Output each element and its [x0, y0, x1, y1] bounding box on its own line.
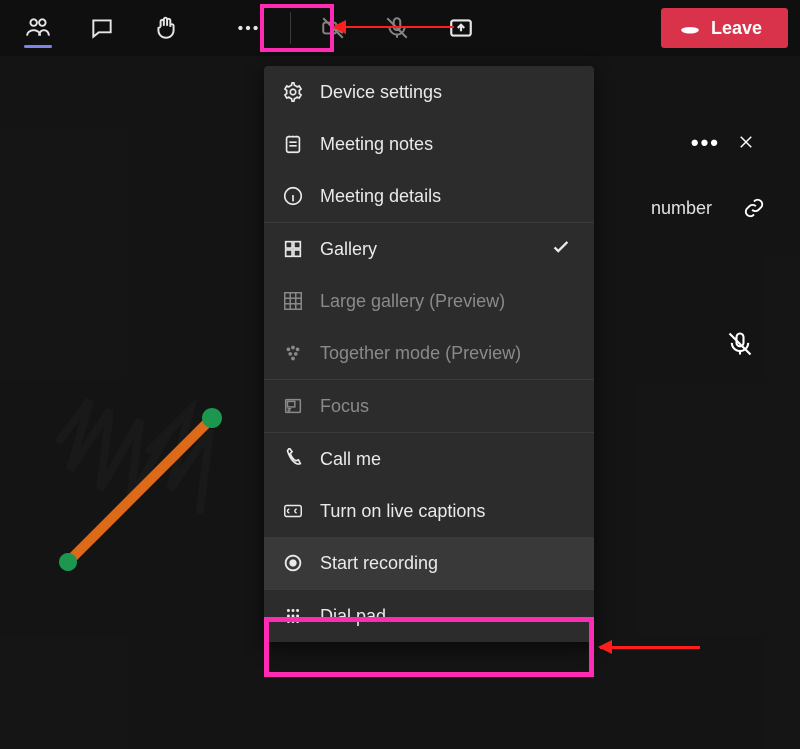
menu-label: Gallery — [320, 239, 377, 260]
menu-label: Call me — [320, 449, 381, 470]
menu-gallery[interactable]: Gallery — [264, 223, 594, 275]
menu-label: Focus — [320, 396, 369, 417]
meeting-toolbar: Leave — [0, 0, 800, 56]
menu-meeting-details[interactable]: Meeting details — [264, 170, 594, 222]
more-actions-button[interactable] — [222, 4, 274, 52]
menu-focus: Focus — [264, 380, 594, 432]
menu-label: Dial pad — [320, 606, 386, 627]
leave-label: Leave — [711, 18, 762, 39]
panel-close-button[interactable] — [732, 128, 760, 156]
menu-large-gallery: Large gallery (Preview) — [264, 275, 594, 327]
menu-live-captions[interactable]: Turn on live captions — [264, 485, 594, 537]
menu-label: Meeting details — [320, 186, 441, 207]
menu-together-mode: Together mode (Preview) — [264, 327, 594, 379]
menu-label: Start recording — [320, 553, 438, 574]
annotation-arrow-more — [334, 26, 454, 28]
panel-more-button[interactable]: ••• — [691, 130, 720, 156]
menu-call-me[interactable]: Call me — [264, 433, 594, 485]
share-screen-button[interactable] — [435, 4, 487, 52]
annotation-arrow-record — [600, 646, 700, 649]
menu-label: Device settings — [320, 82, 442, 103]
menu-label: Together mode (Preview) — [320, 343, 521, 364]
scribble-artwork — [40, 330, 260, 590]
participant-mic-off-icon — [726, 330, 756, 360]
chat-button[interactable] — [76, 4, 128, 52]
menu-meeting-notes[interactable]: Meeting notes — [264, 118, 594, 170]
menu-label: Turn on live captions — [320, 501, 485, 522]
menu-start-recording[interactable]: Start recording — [264, 537, 594, 589]
leave-button[interactable]: Leave — [661, 8, 788, 48]
menu-device-settings[interactable]: Device settings — [264, 66, 594, 118]
raise-hand-button[interactable] — [140, 4, 192, 52]
check-icon — [550, 236, 572, 263]
number-chip[interactable]: number — [606, 186, 726, 230]
mic-off-button[interactable] — [371, 4, 423, 52]
menu-dial-pad[interactable]: Dial pad — [264, 590, 594, 642]
toolbar-divider — [290, 12, 291, 44]
participants-button[interactable] — [12, 4, 64, 52]
number-chip-label: number — [651, 198, 712, 219]
menu-label: Large gallery (Preview) — [320, 291, 505, 312]
more-actions-menu: Device settings Meeting notes Meeting de… — [264, 66, 594, 642]
menu-label: Meeting notes — [320, 134, 433, 155]
copy-link-button[interactable] — [732, 186, 776, 230]
